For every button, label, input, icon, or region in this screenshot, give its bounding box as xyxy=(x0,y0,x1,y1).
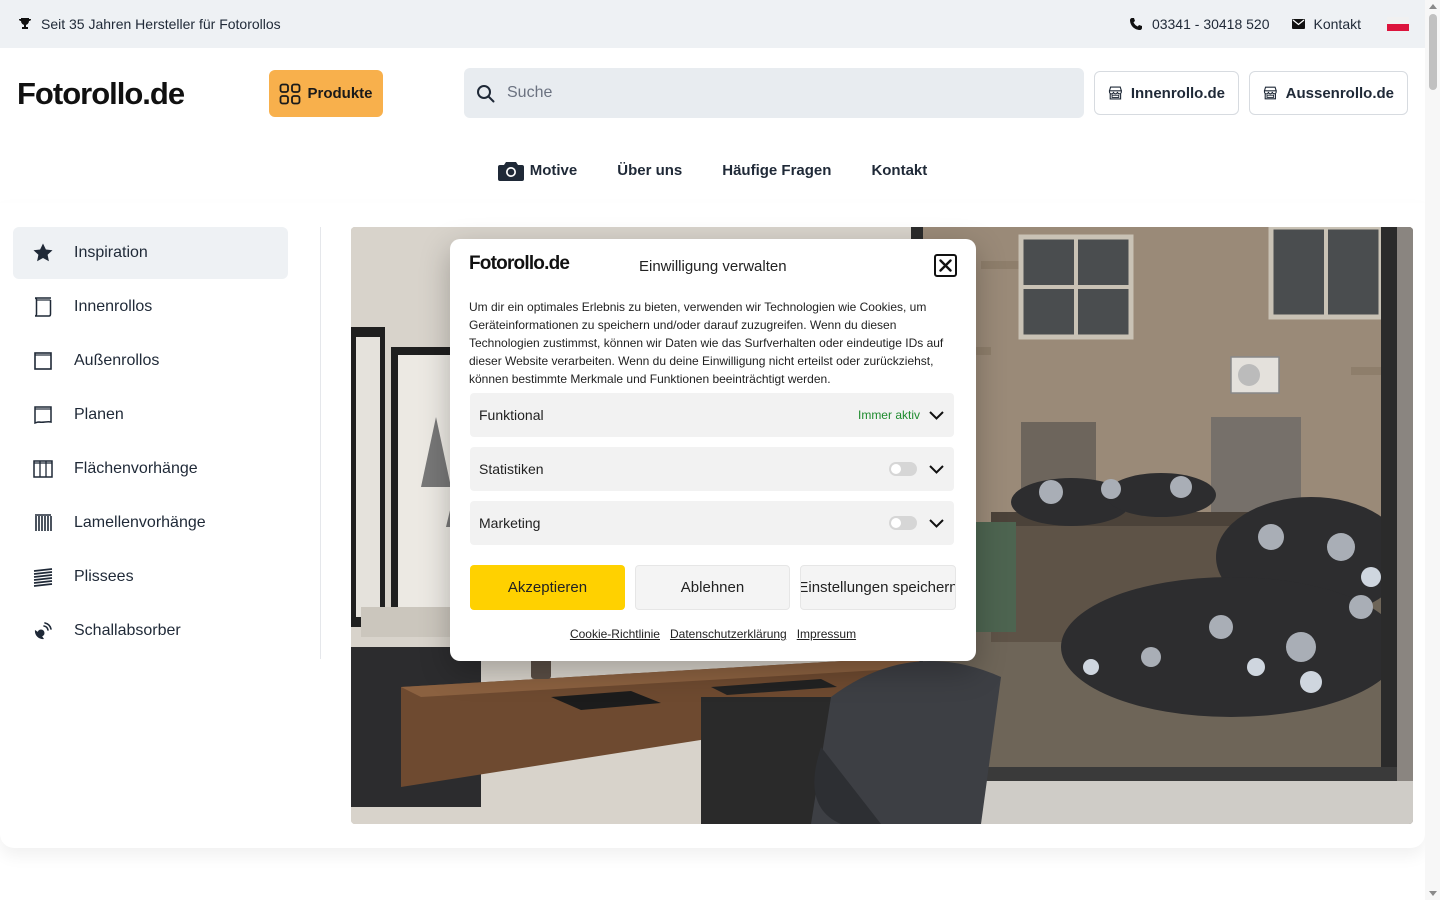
consent-logo-text: Fotorollo.de xyxy=(469,253,570,274)
sound-absorber-icon xyxy=(34,622,52,640)
sidebar-item-label: Planen xyxy=(74,406,124,423)
deny-button[interactable]: Ablehnen xyxy=(635,565,790,610)
category-controls: Immer aktiv xyxy=(858,393,944,437)
sidebar-item-label: Plissees xyxy=(74,568,134,585)
category-label: Funktional xyxy=(479,407,544,423)
nav-kontakt-label: Kontakt xyxy=(871,161,928,179)
sidebar-item-label: Schallabsorber xyxy=(74,622,181,639)
always-active-label: Immer aktiv xyxy=(857,408,920,422)
sidebar-item-plissees[interactable]: Plissees xyxy=(13,551,288,603)
marketing-toggle[interactable] xyxy=(889,516,917,530)
sidebar-divider xyxy=(320,227,321,659)
category-controls xyxy=(889,447,944,491)
roller-blind-icon xyxy=(34,297,52,317)
sidebar-item-label: Außenrollos xyxy=(74,352,160,369)
nav-ueber-uns-label: Über uns xyxy=(617,161,683,179)
site-logo[interactable]: Fotorollo.de xyxy=(17,76,185,112)
nav-kontakt[interactable]: Kontakt xyxy=(871,162,927,179)
products-label: Produkte xyxy=(307,85,373,102)
consent-category-functional[interactable]: Funktional Immer aktiv xyxy=(470,393,954,437)
scrollbar-thumb[interactable] xyxy=(1429,14,1437,90)
search-bar[interactable] xyxy=(464,68,1084,118)
consent-category-marketing[interactable]: Marketing xyxy=(470,501,954,545)
close-button[interactable] xyxy=(934,254,957,277)
store-icon xyxy=(1108,86,1122,100)
chevron-down-icon[interactable] xyxy=(929,410,944,420)
category-label: Marketing xyxy=(479,515,541,531)
aussenrollo-shop-button[interactable]: Aussenrollo.de xyxy=(1249,71,1408,115)
aussenrollo-label: Aussenrollo.de xyxy=(1285,84,1394,102)
nav-motive-label: Motive xyxy=(529,161,578,179)
top-bar-right: 03341 - 30418 520 Kontakt xyxy=(1107,16,1409,32)
save-preferences-button[interactable]: Einstellungen speichern xyxy=(800,565,956,610)
imprint-link[interactable]: Impressum xyxy=(797,627,856,641)
flag-poland-icon[interactable] xyxy=(1387,17,1409,31)
logo-text: Fotorollo.de xyxy=(17,76,185,111)
sidebar-item-inspiration[interactable]: Inspiration xyxy=(13,227,288,279)
phone-icon xyxy=(1129,18,1142,30)
top-bar-left: Seit 35 Jahren Hersteller für Fotorollos xyxy=(18,16,281,32)
sidebar-item-label: Inspiration xyxy=(74,244,148,261)
privacy-policy-link[interactable]: Datenschutzerklärung xyxy=(670,627,787,641)
grid-icon xyxy=(280,83,301,104)
vertical-blind-icon xyxy=(35,514,52,531)
contact-link[interactable]: Kontakt xyxy=(1291,16,1361,32)
panel-curtain-icon xyxy=(33,460,53,478)
consent-dialog: Fotorollo.de Einwilligung verwalten Um d… xyxy=(450,239,976,661)
nav-ueber-uns[interactable]: Über uns xyxy=(617,162,682,179)
sidebar-item-label: Innenrollos xyxy=(74,298,153,315)
sidebar-item-schallabsorber[interactable]: Schallabsorber xyxy=(13,605,288,657)
search-icon xyxy=(477,84,495,102)
products-button[interactable]: Produkte xyxy=(269,70,383,117)
store-icon xyxy=(1263,86,1277,100)
innenrollo-label: Innenrollo.de xyxy=(1130,84,1225,102)
trophy-icon xyxy=(19,18,31,29)
chevron-down-icon[interactable] xyxy=(929,464,944,474)
sidebar-item-planen[interactable]: Planen xyxy=(13,389,288,441)
consent-title: Einwilligung verwalten xyxy=(639,258,787,275)
accept-button[interactable]: Akzeptieren xyxy=(470,565,625,610)
nav-faq-label: Häufige Fragen xyxy=(722,161,832,179)
consent-links: Cookie-Richtlinie Datenschutzerklärung I… xyxy=(450,627,976,641)
frame-icon xyxy=(34,352,52,370)
scroll-up-arrow-icon[interactable] xyxy=(1429,4,1437,9)
nav-motive[interactable]: Motive xyxy=(497,160,578,181)
contact-label: Kontakt xyxy=(1313,16,1361,32)
sidebar-item-label: Lamellenvorhänge xyxy=(74,514,206,531)
mail-icon xyxy=(1291,19,1305,29)
pleated-blind-icon xyxy=(33,568,53,587)
tarp-icon xyxy=(34,406,52,425)
cookie-policy-link[interactable]: Cookie-Richtlinie xyxy=(570,627,660,641)
top-bar: Seit 35 Jahren Hersteller für Fotorollos… xyxy=(0,0,1425,48)
star-icon xyxy=(33,243,53,262)
category-sidebar: Inspiration Innenrollos Außenrollos Plan… xyxy=(13,227,288,659)
consent-logo: Fotorollo.de xyxy=(469,253,570,275)
sidebar-item-flaechenvorhaenge[interactable]: Flächenvorhänge xyxy=(13,443,288,495)
camera-icon xyxy=(497,161,524,181)
close-icon xyxy=(939,259,952,272)
tagline: Seit 35 Jahren Hersteller für Fotorollos xyxy=(41,16,281,32)
sidebar-item-innenrollos[interactable]: Innenrollos xyxy=(13,281,288,333)
category-label: Statistiken xyxy=(479,461,544,477)
sidebar-item-label: Flächenvorhänge xyxy=(74,460,198,477)
phone-link[interactable]: 03341 - 30418 520 xyxy=(1129,16,1270,32)
phone-number: 03341 - 30418 520 xyxy=(1151,16,1270,32)
consent-category-statistics[interactable]: Statistiken xyxy=(470,447,954,491)
main-navigation: Motive Über uns Häufige Fragen Kontakt xyxy=(0,156,1425,184)
page-scrollbar[interactable] xyxy=(1425,0,1440,900)
sidebar-item-lamellenvorhaenge[interactable]: Lamellenvorhänge xyxy=(13,497,288,549)
chevron-down-icon[interactable] xyxy=(929,518,944,528)
sidebar-item-aussenrollos[interactable]: Außenrollos xyxy=(13,335,288,387)
statistics-toggle[interactable] xyxy=(889,462,917,476)
search-input[interactable] xyxy=(507,84,1047,102)
category-controls xyxy=(889,501,944,545)
site-header: Fotorollo.de Produkte Innenrollo.de xyxy=(0,48,1425,203)
scroll-down-arrow-icon[interactable] xyxy=(1429,891,1437,896)
innenrollo-shop-button[interactable]: Innenrollo.de xyxy=(1094,71,1239,115)
nav-faq[interactable]: Häufige Fragen xyxy=(722,162,831,179)
consent-description: Um dir ein optimales Erlebnis zu bieten,… xyxy=(469,300,944,386)
